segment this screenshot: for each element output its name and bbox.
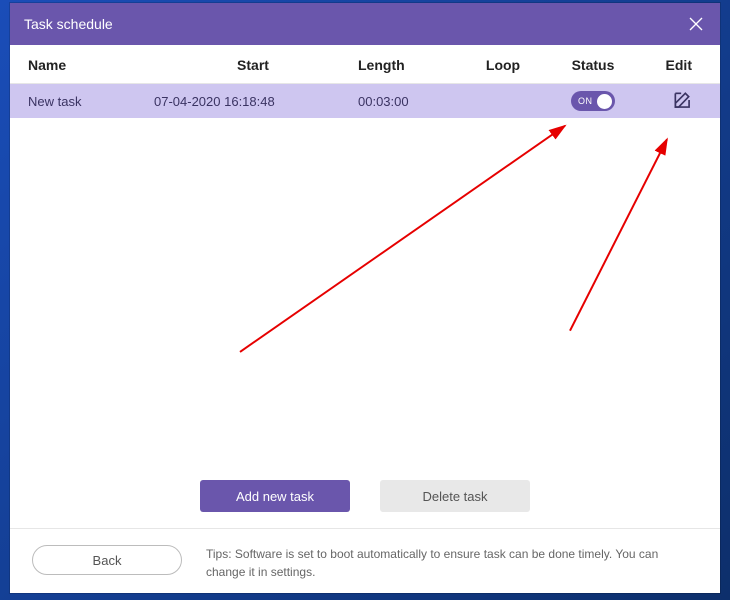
table-row[interactable]: New task 07-04-2020 16:18:48 00:03:00 ON — [10, 84, 720, 118]
status-toggle[interactable]: ON — [571, 91, 615, 111]
toggle-knob — [597, 94, 612, 109]
task-edit-cell — [638, 90, 698, 113]
action-row: Add new task Delete task — [10, 466, 720, 528]
annotation-arrows — [10, 118, 720, 466]
task-length: 00:03:00 — [358, 94, 458, 109]
col-header-status: Status — [548, 57, 638, 73]
close-icon[interactable] — [686, 14, 706, 34]
task-start: 07-04-2020 16:18:48 — [148, 94, 358, 109]
col-header-loop: Loop — [458, 57, 548, 73]
delete-task-button[interactable]: Delete task — [380, 480, 530, 512]
back-button[interactable]: Back — [32, 545, 182, 575]
edit-icon[interactable] — [672, 90, 692, 113]
toggle-on-label: ON — [578, 96, 593, 106]
tips-text: Tips: Software is set to boot automatica… — [206, 545, 698, 581]
col-header-name: Name — [28, 57, 148, 73]
titlebar: Task schedule — [10, 3, 720, 45]
task-status-cell: ON — [548, 91, 638, 111]
window-title: Task schedule — [24, 16, 113, 32]
col-header-edit: Edit — [638, 57, 698, 73]
col-header-start: Start — [148, 57, 358, 73]
table-header: Name Start Length Loop Status Edit — [10, 45, 720, 84]
footer: Back Tips: Software is set to boot autom… — [10, 528, 720, 593]
task-schedule-window: Task schedule Name Start Length Loop Sta… — [10, 3, 720, 593]
task-name: New task — [28, 94, 148, 109]
col-header-length: Length — [358, 57, 458, 73]
table-body — [10, 118, 720, 466]
add-new-task-button[interactable]: Add new task — [200, 480, 350, 512]
